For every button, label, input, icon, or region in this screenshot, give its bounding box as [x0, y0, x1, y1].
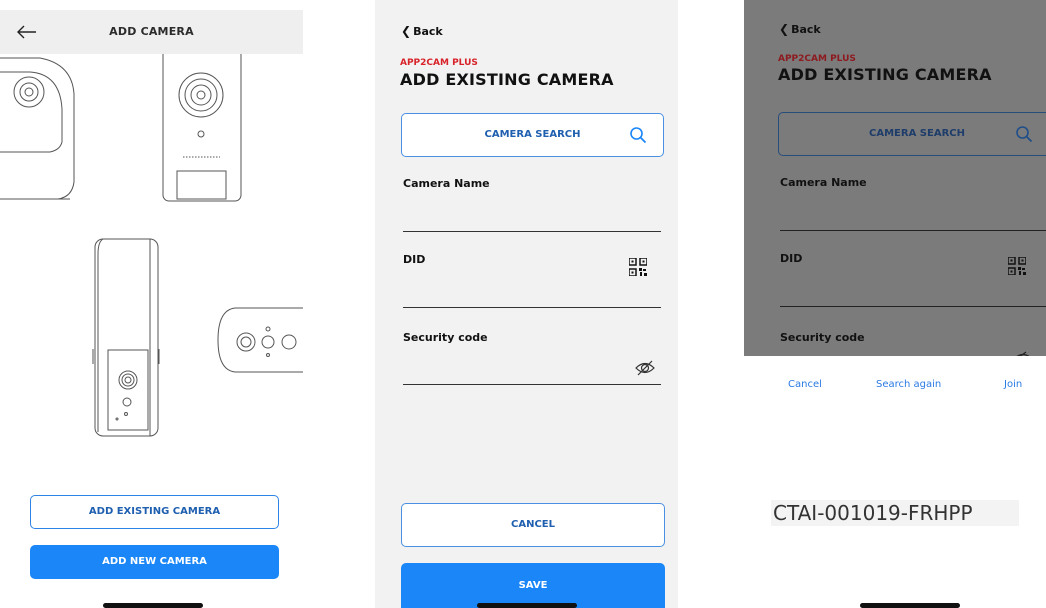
cancel-button[interactable]: CANCEL — [401, 503, 665, 547]
bullet-camera-illustration — [217, 307, 303, 373]
search-icon — [630, 127, 647, 144]
chevron-left-icon: ❮ — [401, 24, 412, 38]
found-camera-did: CTAI-001019-FRHPP — [771, 500, 1019, 526]
security-code-underline — [403, 384, 661, 385]
back-label: Back — [413, 25, 443, 38]
home-indicator — [103, 603, 203, 608]
top-bar: ADD CAMERA — [0, 10, 303, 54]
qr-code-icon — [1008, 257, 1026, 275]
camera-name-label: Camera Name — [403, 177, 490, 190]
doorbell-camera-illustration — [162, 54, 242, 202]
page-title: ADD EXISTING CAMERA — [778, 65, 992, 84]
did-input[interactable] — [403, 282, 623, 304]
camera-search-button: CAMERA SEARCH — [778, 112, 1046, 156]
camera-found-screen: ❮ Back APP2CAM PLUS ADD EXISTING CAMERA C… — [744, 0, 1046, 608]
camera-name-input[interactable] — [403, 206, 623, 228]
back-button[interactable]: ❮ Back — [401, 22, 443, 41]
camera-name-underline — [403, 231, 661, 232]
add-existing-camera-button[interactable]: ADD EXISTING CAMERA — [30, 495, 279, 529]
did-underline — [780, 306, 1046, 307]
eye-off-icon[interactable] — [634, 359, 656, 377]
alert-action-bar: Cancel Search again Join — [744, 356, 1046, 416]
did-label: DID — [403, 253, 426, 266]
add-new-camera-button[interactable]: ADD NEW CAMERA — [30, 545, 279, 579]
home-indicator — [860, 603, 960, 608]
did-underline — [403, 307, 661, 308]
tall-camera-illustration — [92, 238, 160, 437]
search-icon — [1016, 126, 1033, 143]
dome-camera-illustration — [0, 57, 75, 200]
cancel-action[interactable]: Cancel — [788, 378, 822, 392]
join-action[interactable]: Join — [1004, 378, 1022, 392]
home-indicator — [477, 603, 577, 608]
search-again-action[interactable]: Search again — [876, 378, 941, 392]
dimmed-background: ❮ Back APP2CAM PLUS ADD EXISTING CAMERA C… — [744, 0, 1046, 356]
camera-search-label: CAMERA SEARCH — [484, 129, 581, 140]
camera-illustrations — [0, 54, 303, 437]
add-camera-screen: ADD CAMERA ADD EXISTING CAMERA ADD NEW C… — [0, 0, 303, 608]
back-button: ❮ Back — [779, 20, 821, 39]
brand-label: APP2CAM PLUS — [400, 58, 478, 68]
add-existing-camera-screen: ❮ Back APP2CAM PLUS ADD EXISTING CAMERA C… — [375, 0, 678, 608]
back-label: Back — [791, 23, 821, 36]
camera-name-label: Camera Name — [780, 176, 867, 189]
security-code-input[interactable] — [403, 360, 623, 382]
security-code-label: Security code — [403, 331, 488, 344]
qr-code-icon[interactable] — [629, 258, 647, 276]
security-code-label: Security code — [780, 331, 865, 344]
page-title: ADD CAMERA — [109, 25, 194, 38]
camera-search-label: CAMERA SEARCH — [869, 128, 965, 139]
camera-name-underline — [780, 230, 1046, 231]
camera-search-button[interactable]: CAMERA SEARCH — [401, 113, 664, 157]
did-label: DID — [780, 252, 803, 265]
save-button[interactable]: SAVE — [401, 563, 665, 608]
page-title: ADD EXISTING CAMERA — [400, 70, 614, 89]
chevron-left-icon: ❮ — [779, 22, 790, 36]
